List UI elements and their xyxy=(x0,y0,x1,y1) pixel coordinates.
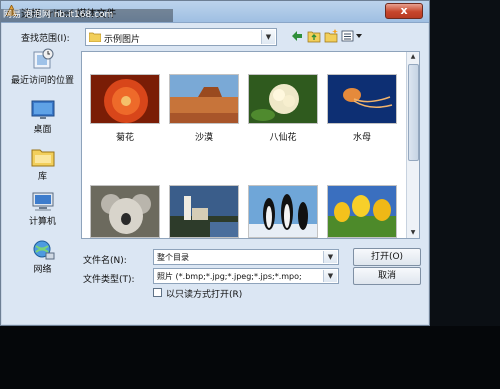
new-folder-icon[interactable] xyxy=(324,29,338,43)
thumbnail-koala xyxy=(90,185,160,238)
lookin-value: 示例图片 xyxy=(104,35,141,45)
libraries-icon xyxy=(31,149,54,167)
filetype-value: 照片 (*.bmp;*.jpg;*.jpeg;*.jps;*.mpo; xyxy=(157,272,302,281)
lookin-combobox[interactable]: 示例图片 ▼ xyxy=(85,28,277,46)
file-item-jellyfish[interactable]: 水母 xyxy=(327,74,397,143)
chevron-down-icon[interactable]: ▼ xyxy=(323,270,337,282)
place-desktop[interactable]: 桌面 xyxy=(9,99,76,135)
chevron-down-icon[interactable]: ▼ xyxy=(323,251,337,263)
open-button[interactable]: 打开(O) xyxy=(353,248,421,266)
thumbnail-chrysanthemum xyxy=(90,74,160,124)
readonly-checkbox[interactable] xyxy=(153,288,162,297)
view-menu-icon[interactable] xyxy=(341,29,363,43)
place-label: 计算机 xyxy=(28,217,56,227)
network-icon xyxy=(33,240,54,260)
filename-value: 整个目录 xyxy=(157,253,189,262)
thumbnail-jellyfish xyxy=(327,74,397,124)
thumbnail-penguins xyxy=(248,185,318,238)
place-recent[interactable]: 最近访问的位置 xyxy=(9,48,76,86)
scroll-up-icon[interactable]: ▲ xyxy=(407,52,419,62)
file-open-dialog: 选择 TriDef 媒体文件 x 网易 泡泡网 nb.it168.com 查找范… xyxy=(0,0,430,326)
folder-icon xyxy=(89,32,101,42)
place-label: 库 xyxy=(37,172,47,182)
scroll-down-icon[interactable]: ▼ xyxy=(407,228,419,238)
scroll-thumb[interactable] xyxy=(408,64,419,161)
thumbnail-hydrangea xyxy=(248,74,318,124)
chevron-down-icon[interactable]: ▼ xyxy=(261,30,275,44)
file-item-koala[interactable] xyxy=(90,185,160,244)
place-label: 最近访问的位置 xyxy=(10,76,74,86)
file-item-desert[interactable]: 沙漠 xyxy=(169,74,239,143)
file-caption: 菊花 xyxy=(115,133,134,143)
file-item-penguins[interactable] xyxy=(248,185,318,244)
computer-icon xyxy=(32,192,53,211)
close-button[interactable]: x xyxy=(385,3,423,19)
back-arrow-icon[interactable] xyxy=(290,29,304,43)
place-label: 桌面 xyxy=(33,125,52,135)
place-libraries[interactable]: 库 xyxy=(9,146,76,182)
place-computer[interactable]: 计算机 xyxy=(9,191,76,227)
desktop-icon xyxy=(31,100,54,119)
file-item-lighthouse[interactable] xyxy=(169,185,239,244)
thumbnail-desert xyxy=(169,74,239,124)
filename-combobox[interactable]: 整个目录 ▼ xyxy=(153,249,339,265)
readonly-label[interactable]: 以只读方式打开(R) xyxy=(166,287,242,300)
filetype-label: 文件类型(T): xyxy=(83,275,135,285)
filename-label: 文件名(N): xyxy=(83,256,127,266)
file-caption: 水母 xyxy=(352,133,371,143)
cancel-button[interactable]: 取消 xyxy=(353,267,421,285)
places-bar: 最近访问的位置 桌面 库 计算机 网络 xyxy=(9,46,76,286)
file-caption: 沙漠 xyxy=(194,133,213,143)
file-item-chrysanthemum[interactable]: 菊花 xyxy=(90,74,160,143)
file-caption: 八仙花 xyxy=(269,133,297,143)
filetype-select[interactable]: 照片 (*.bmp;*.jpg;*.jpeg;*.jps;*.mpo; ▼ xyxy=(153,268,339,284)
lookin-label: 查找范围(I): xyxy=(21,34,70,44)
file-item-tulips[interactable] xyxy=(327,185,397,244)
up-folder-icon[interactable] xyxy=(307,29,321,43)
file-list-view[interactable]: 菊花 沙漠 八仙花 水母 ▲ ▼ xyxy=(81,51,420,239)
place-label: 网络 xyxy=(33,265,52,275)
background-strip xyxy=(0,326,500,389)
thumbnail-tulips xyxy=(327,185,397,238)
recent-places-icon xyxy=(33,48,53,69)
file-item-hydrangea[interactable]: 八仙花 xyxy=(248,74,318,143)
watermark-overlay: 网易 泡泡网 nb.it168.com xyxy=(1,9,173,22)
vertical-scrollbar[interactable]: ▲ ▼ xyxy=(406,52,419,238)
place-network[interactable]: 网络 xyxy=(9,239,76,275)
thumbnail-lighthouse xyxy=(169,185,239,238)
